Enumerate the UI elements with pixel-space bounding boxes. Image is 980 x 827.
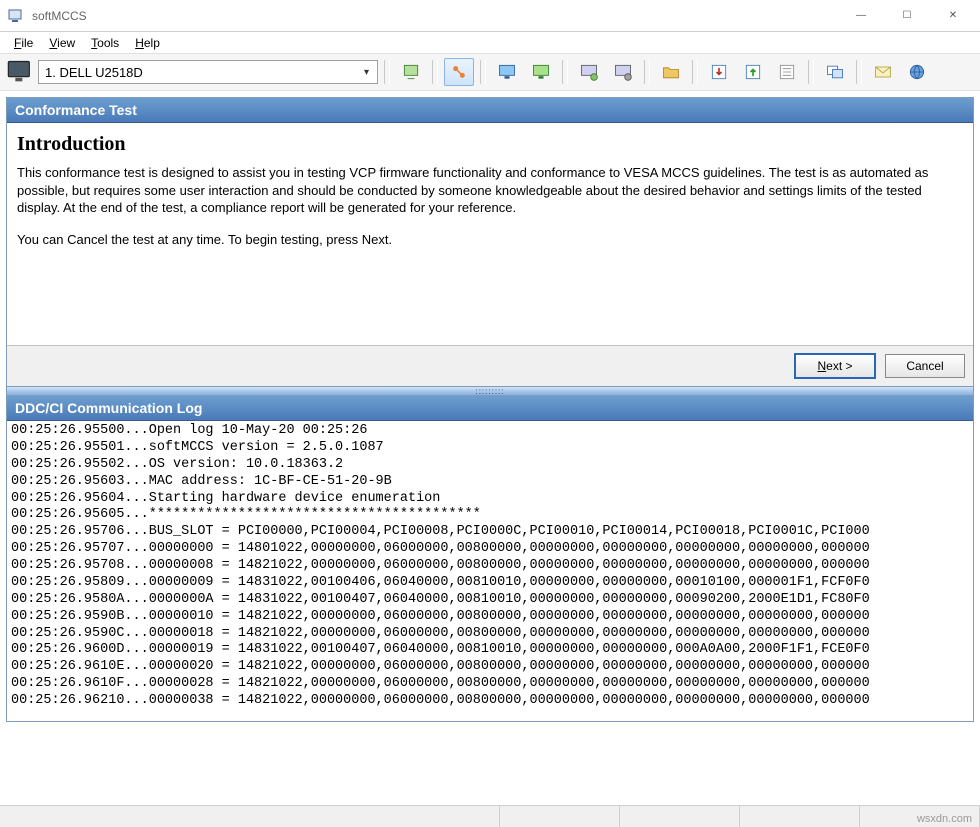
monitor-green-button[interactable] <box>526 58 556 86</box>
window-title: softMCCS <box>32 9 87 23</box>
menu-view[interactable]: View <box>43 34 81 52</box>
link-button[interactable] <box>444 58 474 86</box>
statusbar <box>0 805 980 827</box>
next-button[interactable]: Next > <box>795 354 875 378</box>
monitor-icon <box>6 58 34 86</box>
log-panel: DDC/CI Communication Log 00:25:26.95500.… <box>6 395 974 722</box>
export-button[interactable] <box>738 58 768 86</box>
conformance-body: Introduction This conformance test is de… <box>7 123 973 345</box>
refresh-button[interactable] <box>396 58 426 86</box>
list-button[interactable] <box>772 58 802 86</box>
display-select[interactable]: 1. DELL U2518D ▾ <box>38 60 378 84</box>
watermark: wsxdn.com <box>917 813 972 825</box>
menubar: File View Tools Help <box>0 32 980 54</box>
display-select-value: 1. DELL U2518D <box>45 65 360 80</box>
log-body[interactable]: 00:25:26.95500...Open log 10-May-20 00:2… <box>7 421 973 721</box>
mail-button[interactable] <box>868 58 898 86</box>
import-button[interactable] <box>704 58 734 86</box>
close-button[interactable]: ✕ <box>930 1 976 31</box>
cancel-button[interactable]: Cancel <box>885 354 965 378</box>
menu-file[interactable]: File <box>8 34 39 52</box>
titlebar: softMCCS — ☐ ✕ <box>0 0 980 32</box>
intro-heading: Introduction <box>17 131 963 158</box>
folder-button[interactable] <box>656 58 686 86</box>
window-button[interactable] <box>820 58 850 86</box>
monitor-blue-button[interactable] <box>492 58 522 86</box>
menu-tools[interactable]: Tools <box>85 34 125 52</box>
log-title: DDC/CI Communication Log <box>7 396 973 421</box>
minimize-button[interactable]: — <box>838 1 884 31</box>
maximize-button[interactable]: ☐ <box>884 1 930 31</box>
settings2-button[interactable] <box>608 58 638 86</box>
app-icon <box>8 8 24 24</box>
intro-para2: You can Cancel the test at any time. To … <box>17 231 963 249</box>
intro-para1: This conformance test is designed to ass… <box>17 164 963 217</box>
conformance-panel: Conformance Test Introduction This confo… <box>6 97 974 387</box>
splitter[interactable]: ::::::::: <box>6 387 974 395</box>
toolbar: 1. DELL U2518D ▾ <box>0 54 980 91</box>
conformance-title: Conformance Test <box>7 98 973 123</box>
settings1-button[interactable] <box>574 58 604 86</box>
menu-help[interactable]: Help <box>129 34 166 52</box>
globe-button[interactable] <box>902 58 932 86</box>
chevron-down-icon: ▾ <box>360 67 373 78</box>
conformance-buttons: Next > Cancel <box>7 345 973 386</box>
